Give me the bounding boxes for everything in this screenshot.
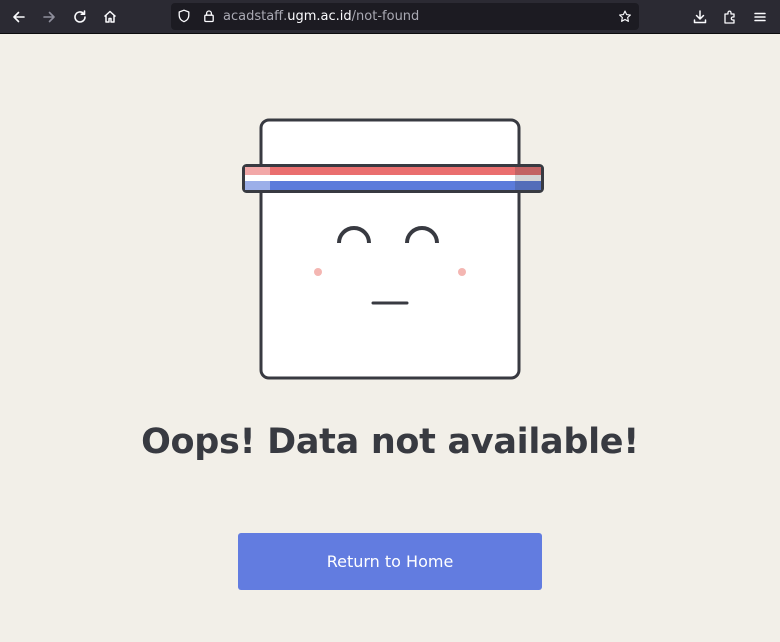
extensions-button[interactable] [717,4,743,30]
menu-button[interactable] [747,4,773,30]
shield-icon[interactable] [177,9,191,23]
back-arrow-icon [11,9,27,25]
url-subdomain: acadstaff. [223,9,288,24]
browser-toolbar: acadstaff.ugm.ac.id/not-found [0,0,780,34]
page-title: Oops! Data not available! [141,422,639,462]
hamburger-menu-icon [752,9,768,25]
url-domain: ugm.ac.id [287,9,352,24]
lock-icon[interactable] [202,9,216,23]
face-square [259,118,521,380]
url-path: /not-found [351,9,420,24]
right-blush [458,268,466,276]
page-content: Oops! Data not available! Return to Home [0,34,780,642]
url-text[interactable]: acadstaff.ugm.ac.id/not-found [223,8,419,25]
address-bar[interactable]: acadstaff.ugm.ac.id/not-found [171,3,639,30]
return-home-button[interactable]: Return to Home [238,533,542,590]
home-button[interactable] [97,4,123,30]
reload-button[interactable] [67,4,93,30]
download-icon [692,9,708,25]
downloads-button[interactable] [687,4,713,30]
reload-icon [72,9,88,25]
headband [242,164,544,193]
forward-arrow-icon [41,9,57,25]
forward-button[interactable] [36,4,62,30]
star-icon[interactable] [618,9,632,23]
back-button[interactable] [6,4,32,30]
home-icon [102,9,118,25]
puzzle-icon [722,9,738,25]
not-found-illustration [242,118,544,380]
left-blush [314,268,322,276]
